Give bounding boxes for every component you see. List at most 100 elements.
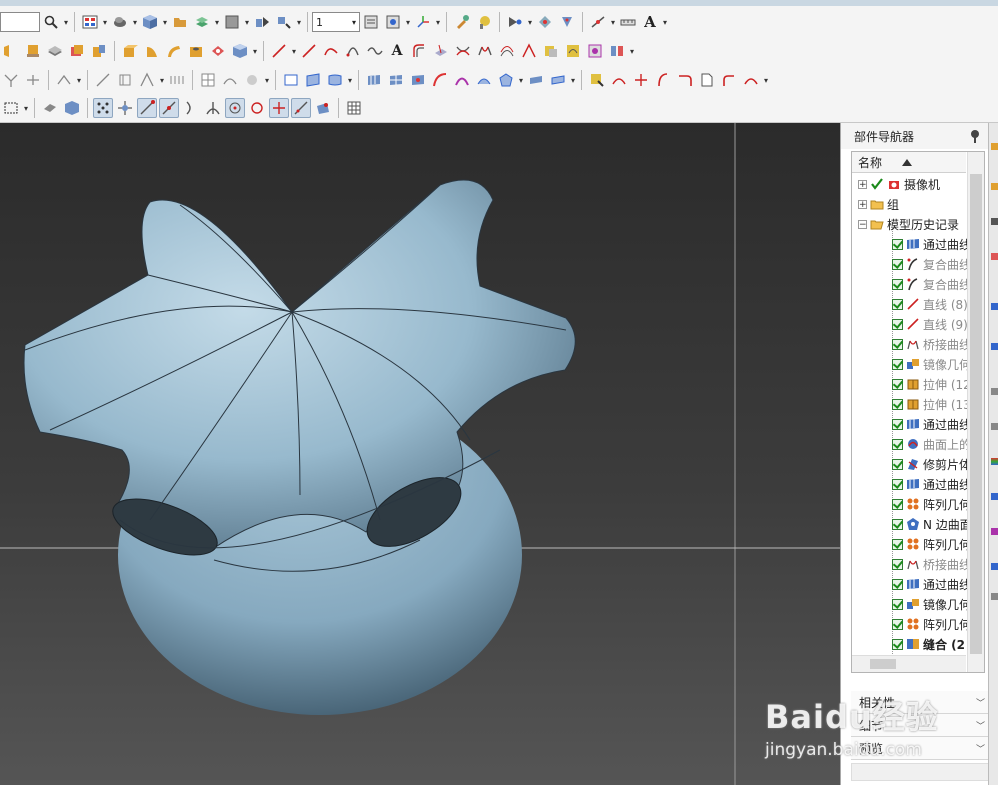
dropdown-arrow[interactable]: ▾ xyxy=(22,104,30,113)
visibility-checkbox[interactable] xyxy=(892,298,903,310)
through-mesh-icon[interactable] xyxy=(386,70,406,90)
resource-tab-icon[interactable] xyxy=(991,303,998,310)
visibility-checkbox[interactable] xyxy=(892,538,903,550)
brush-icon[interactable] xyxy=(474,12,494,32)
dropdown-arrow[interactable]: ▾ xyxy=(517,76,525,85)
endpoint-icon[interactable] xyxy=(137,98,157,118)
scroll-thumb[interactable] xyxy=(870,659,896,669)
curve-bend-icon[interactable] xyxy=(653,70,673,90)
visibility-checkbox[interactable] xyxy=(892,578,903,590)
dropdown-arrow[interactable]: ▾ xyxy=(161,18,169,27)
transform-icon[interactable] xyxy=(274,12,294,32)
dropdown-arrow[interactable]: ▾ xyxy=(131,18,139,27)
dropdown-arrow[interactable]: ▾ xyxy=(569,76,577,85)
menu-grid-icon[interactable] xyxy=(80,12,100,32)
scroll-thumb[interactable] xyxy=(970,174,982,654)
visibility-checkbox[interactable] xyxy=(892,498,903,510)
feature-icon[interactable] xyxy=(23,41,43,61)
pin-icon[interactable] xyxy=(969,129,981,143)
column-header-name[interactable]: 名称 xyxy=(852,152,966,173)
layer-visibility-icon[interactable] xyxy=(383,12,403,32)
midpoint-icon[interactable] xyxy=(159,98,179,118)
intersect-curve-icon[interactable] xyxy=(453,41,473,61)
curve-length-icon[interactable] xyxy=(93,70,113,90)
unbend-icon[interactable] xyxy=(631,70,651,90)
dimension-icon[interactable] xyxy=(588,12,608,32)
point-on-face-icon[interactable] xyxy=(313,98,333,118)
sketch-icon[interactable] xyxy=(281,70,301,90)
bend-icon[interactable] xyxy=(609,70,629,90)
x-form-icon[interactable] xyxy=(587,70,607,90)
quadrant-point-icon[interactable] xyxy=(247,98,267,118)
filter-combo[interactable] xyxy=(0,12,40,32)
visibility-checkbox[interactable] xyxy=(892,378,903,390)
dropdown-arrow[interactable]: ▾ xyxy=(346,76,354,85)
dropdown-arrow[interactable]: ▾ xyxy=(263,76,271,85)
through-curves-icon[interactable] xyxy=(364,70,384,90)
n-sided-icon[interactable] xyxy=(496,70,516,90)
collapse-icon[interactable]: − xyxy=(858,219,867,229)
move-object-icon[interactable] xyxy=(252,12,272,32)
divide-curve-icon[interactable] xyxy=(23,70,43,90)
wrap-icon[interactable] xyxy=(563,41,583,61)
styled-sweep-icon[interactable] xyxy=(430,70,450,90)
swept-icon[interactable] xyxy=(452,70,472,90)
shading-icon[interactable] xyxy=(110,12,130,32)
layer-icon[interactable] xyxy=(192,12,212,32)
grid-icon[interactable] xyxy=(344,98,364,118)
chamfer-icon[interactable] xyxy=(741,70,761,90)
extract-icon[interactable] xyxy=(541,41,561,61)
helix-icon[interactable] xyxy=(343,41,363,61)
dropdown-arrow[interactable]: ▾ xyxy=(158,76,166,85)
color-swatch-icon[interactable] xyxy=(222,12,242,32)
stretch-icon[interactable] xyxy=(115,70,135,90)
tree-node-camera[interactable]: + 摄像机 xyxy=(858,174,972,194)
boolean-icon[interactable] xyxy=(89,41,109,61)
tree-node-model-history[interactable]: − 模型历史记录 xyxy=(858,214,972,234)
visibility-checkbox[interactable] xyxy=(892,438,903,450)
resource-tab-icon[interactable] xyxy=(991,388,998,395)
fillet-curve-icon[interactable] xyxy=(54,70,74,90)
arc-center-icon[interactable] xyxy=(225,98,245,118)
navigator-horizontal-scrollbar[interactable] xyxy=(851,763,991,781)
visibility-checkbox[interactable] xyxy=(892,418,903,430)
extrude-icon[interactable] xyxy=(120,41,140,61)
control-point-icon[interactable] xyxy=(181,98,201,118)
spline-icon[interactable] xyxy=(365,41,385,61)
dropdown-arrow[interactable]: ▾ xyxy=(213,18,221,27)
corner-icon[interactable] xyxy=(675,70,695,90)
isoparametric-icon[interactable] xyxy=(497,41,517,61)
dropdown-arrow[interactable]: ▾ xyxy=(762,76,770,85)
line-2-icon[interactable] xyxy=(299,41,319,61)
point-on-curve-icon[interactable] xyxy=(291,98,311,118)
expand-icon[interactable]: + xyxy=(858,179,867,189)
snap-icon[interactable] xyxy=(505,12,525,32)
smooth-spline-icon[interactable] xyxy=(167,70,187,90)
offset-curve-icon[interactable] xyxy=(409,41,429,61)
sweep-icon[interactable] xyxy=(164,41,184,61)
arc-icon[interactable] xyxy=(321,41,341,61)
cube-view-icon[interactable] xyxy=(140,12,160,32)
tool-icon[interactable] xyxy=(452,12,472,32)
visibility-checkbox[interactable] xyxy=(892,518,903,530)
composite-icon[interactable] xyxy=(585,41,605,61)
visibility-checkbox[interactable] xyxy=(892,238,903,250)
fillet-icon[interactable] xyxy=(719,70,739,90)
resource-tab-icon[interactable] xyxy=(991,423,998,430)
revolve-icon[interactable] xyxy=(142,41,162,61)
folder-icon[interactable] xyxy=(170,12,190,32)
sheet-icon[interactable] xyxy=(45,41,65,61)
shell-icon[interactable] xyxy=(208,41,228,61)
resource-tab-icon[interactable] xyxy=(991,493,998,500)
dropdown-arrow[interactable]: ▾ xyxy=(75,76,83,85)
existing-point-icon[interactable] xyxy=(269,98,289,118)
visibility-checkbox[interactable] xyxy=(892,638,903,650)
resource-tab-icon[interactable] xyxy=(991,143,998,150)
mirror-icon[interactable] xyxy=(607,41,627,61)
selection-box-icon[interactable] xyxy=(1,98,21,118)
visibility-checkbox[interactable] xyxy=(892,278,903,290)
solid-view-icon[interactable] xyxy=(40,98,60,118)
ruled-icon[interactable] xyxy=(325,70,345,90)
dropdown-arrow[interactable]: ▾ xyxy=(243,18,251,27)
project-curve-icon[interactable] xyxy=(431,41,451,61)
